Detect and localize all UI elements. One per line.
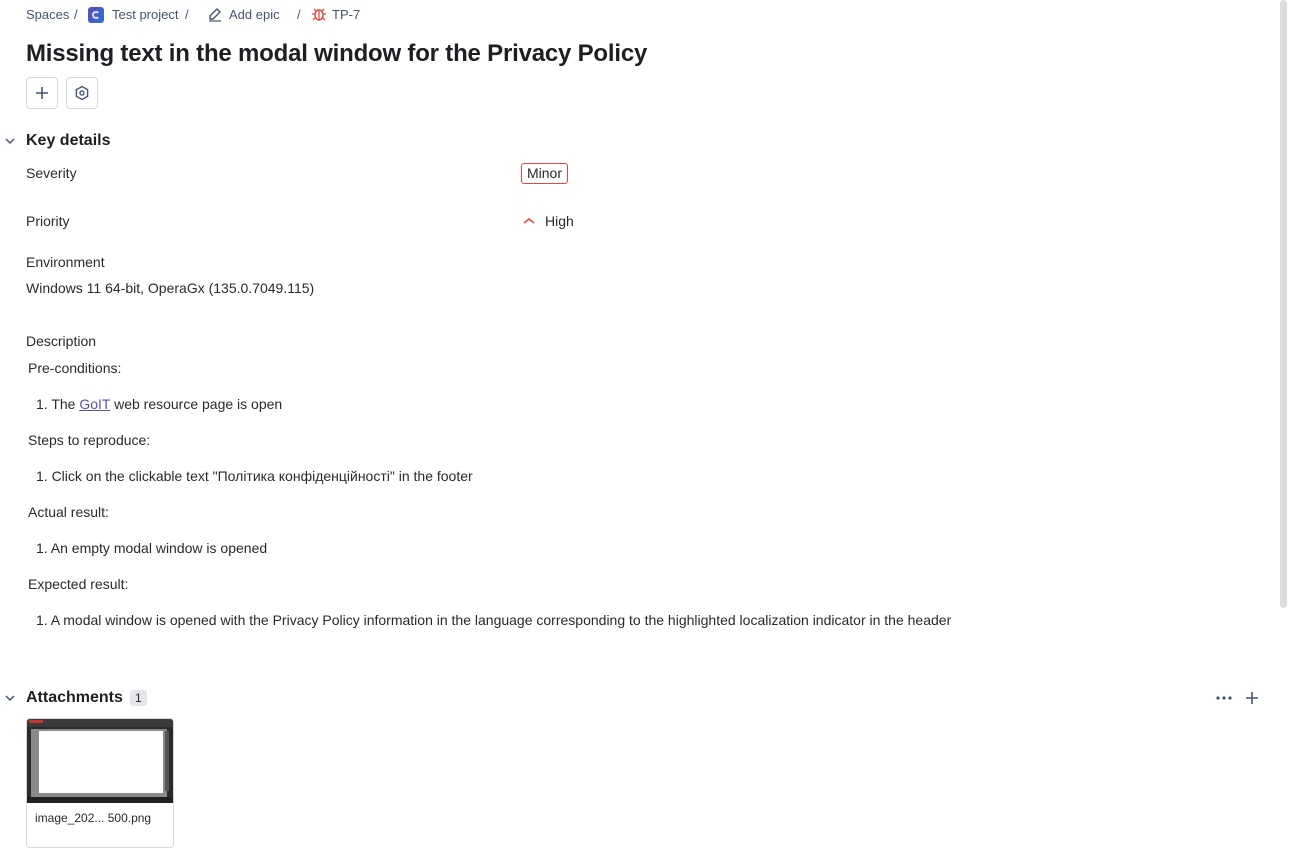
- attachments-count-badge: 1: [130, 690, 147, 706]
- breadcrumb-spaces[interactable]: Spaces: [26, 7, 69, 23]
- list-item-suffix: web resource page is open: [110, 396, 283, 412]
- attachment-filename: image_202... 500.png: [35, 811, 152, 825]
- list-item: 1. The GoIT web resource page is open: [36, 396, 282, 412]
- priority-label: Priority: [26, 213, 70, 229]
- breadcrumb-separator: /: [297, 7, 301, 22]
- list-item: 1. A modal window is opened with the Pri…: [36, 612, 952, 628]
- breadcrumb-project[interactable]: Test project: [112, 7, 178, 23]
- hexagon-settings-icon: [75, 85, 89, 101]
- list-item: 1. Click on the clickable text "Політика…: [36, 468, 473, 484]
- list-item-prefix: 1. The: [36, 396, 80, 412]
- description-label: Description: [26, 333, 97, 349]
- severity-value[interactable]: Minor: [521, 163, 569, 184]
- add-epic-link[interactable]: Add epic: [229, 7, 280, 23]
- chevron-down-icon[interactable]: [4, 692, 16, 704]
- steps-heading: Steps to reproduce:: [28, 432, 151, 448]
- breadcrumb-separator: /: [74, 7, 78, 22]
- expected-result-heading: Expected result:: [28, 576, 129, 592]
- attachments-heading[interactable]: Attachments: [26, 689, 123, 707]
- project-icon: [88, 7, 104, 23]
- list-item: 1. An empty modal window is opened: [36, 540, 268, 556]
- chevron-down-icon[interactable]: [4, 135, 16, 147]
- actual-result-heading: Actual result:: [28, 504, 109, 520]
- key-details-heading[interactable]: Key details: [26, 132, 110, 150]
- bug-icon: [311, 6, 327, 22]
- goit-link[interactable]: GoIT: [79, 396, 110, 412]
- apps-button[interactable]: [66, 77, 98, 109]
- issue-title[interactable]: Missing text in the modal window for the…: [26, 40, 647, 68]
- scrollbar[interactable]: [1280, 0, 1287, 608]
- breadcrumb-issue-key[interactable]: TP-7: [332, 7, 360, 23]
- edit-icon[interactable]: [207, 6, 223, 22]
- environment-value[interactable]: Windows 11 64-bit, OperaGx (135.0.7049.1…: [26, 280, 314, 296]
- priority-high-icon: [523, 217, 535, 224]
- breadcrumb-separator: /: [185, 7, 189, 22]
- preconditions-heading: Pre-conditions:: [28, 360, 122, 376]
- severity-label: Severity: [26, 165, 77, 181]
- attachment-thumbnail: [27, 719, 173, 803]
- attachment-card[interactable]: image_202... 500.png: [26, 718, 174, 848]
- plus-icon: [36, 87, 48, 99]
- more-actions-icon[interactable]: [1214, 690, 1234, 706]
- add-button[interactable]: [26, 77, 58, 109]
- add-attachment-icon[interactable]: [1244, 690, 1260, 706]
- priority-value[interactable]: High: [545, 213, 574, 229]
- environment-label: Environment: [26, 254, 105, 270]
